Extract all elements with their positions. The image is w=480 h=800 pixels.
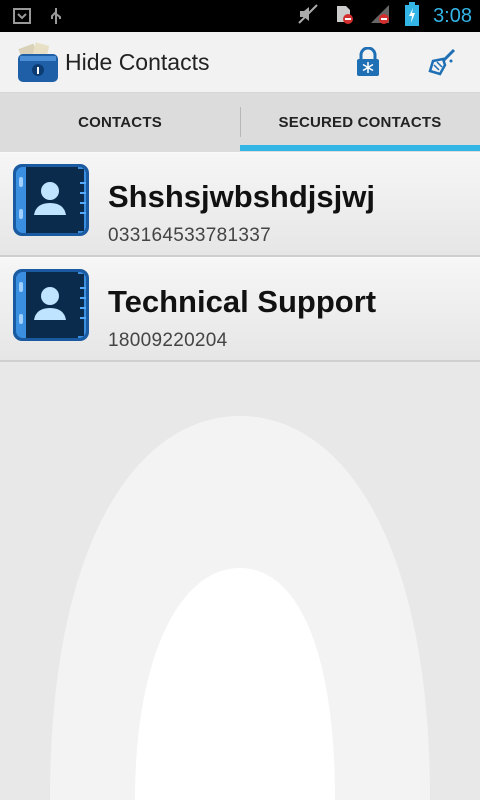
usb-icon xyxy=(46,6,66,31)
contact-list: Shshsjwbshdjsjwj 033164533781337 Technic… xyxy=(0,152,480,362)
tab-secured-contacts[interactable]: SECURED CONTACTS xyxy=(240,93,480,152)
tab-bar: CONTACTS SECURED CONTACTS xyxy=(0,93,480,153)
status-clock: 3:08 xyxy=(433,4,472,27)
tab-selected-indicator xyxy=(240,145,480,151)
status-bar: 3:08 xyxy=(0,0,480,32)
background-decoration xyxy=(50,416,430,800)
list-item[interactable]: Shshsjwbshdjsjwj 033164533781337 xyxy=(0,152,480,257)
no-sim-icon xyxy=(333,3,355,30)
lock-icon[interactable] xyxy=(350,44,386,80)
notification-box-icon xyxy=(12,6,32,31)
mute-icon xyxy=(297,3,319,30)
battery-charging-icon xyxy=(405,1,420,31)
action-bar: Hide Contacts xyxy=(0,32,480,93)
list-item[interactable]: Technical Support 18009220204 xyxy=(0,257,480,362)
contact-book-icon xyxy=(12,268,92,342)
contact-name: Technical Support xyxy=(108,284,377,319)
app-title: Hide Contacts xyxy=(65,49,210,75)
contact-book-icon xyxy=(12,163,92,237)
contact-phone: 18009220204 xyxy=(108,330,228,351)
contact-name: Shshsjwbshdjsjwj xyxy=(108,179,375,214)
contact-phone: 033164533781337 xyxy=(108,225,272,246)
tab-contacts[interactable]: CONTACTS xyxy=(0,93,240,152)
broom-icon[interactable] xyxy=(424,44,460,80)
app-lock-box-icon[interactable] xyxy=(16,40,60,84)
no-signal-icon xyxy=(369,3,391,30)
